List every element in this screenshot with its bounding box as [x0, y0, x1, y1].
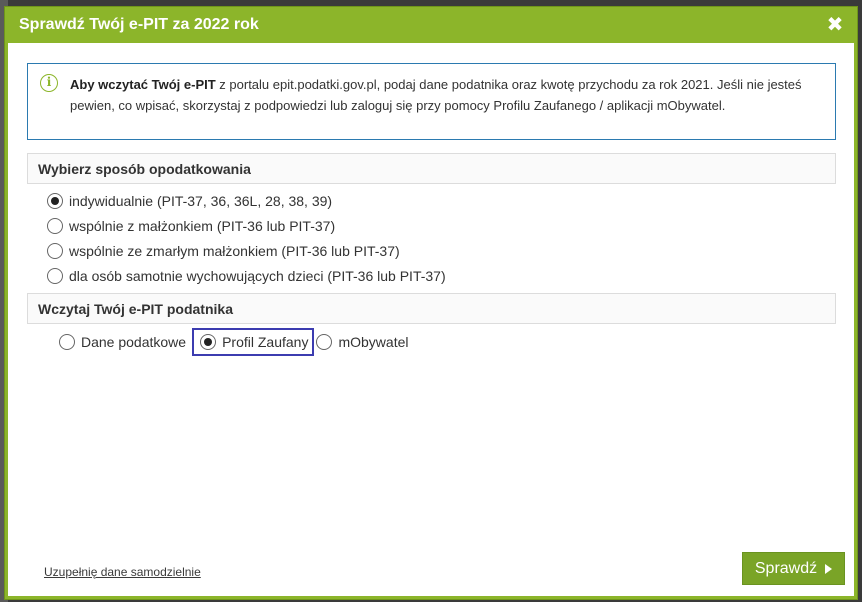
load-option-tax-data[interactable]: Dane podatkowe — [59, 328, 186, 356]
load-method-group: Dane podatkowe Profil Zaufany mObywatel — [59, 328, 408, 356]
submit-button[interactable]: Sprawdź — [742, 552, 845, 585]
radio-icon[interactable] — [47, 243, 63, 259]
info-box: i Aby wczytać Twój e-PIT z portalu epit.… — [27, 63, 836, 140]
arrow-right-icon — [825, 563, 833, 574]
load-option-mobywatel[interactable]: mObywatel — [316, 328, 408, 356]
radio-label: Profil Zaufany — [222, 334, 309, 350]
load-section-header: Wczytaj Twój e-PIT podatnika — [27, 293, 836, 324]
radio-label: wspólnie ze zmarłym małżonkiem (PIT-36 l… — [69, 243, 400, 259]
radio-icon[interactable] — [47, 193, 63, 209]
dialog-titlebar: Sprawdź Twój e-PIT za 2022 rok ✖ — [5, 7, 857, 43]
dialog-title: Sprawdź Twój e-PIT za 2022 rok — [19, 16, 259, 33]
info-icon: i — [40, 74, 58, 92]
radio-label: mObywatel — [338, 334, 409, 350]
taxation-option-deceased-spouse[interactable]: wspólnie ze zmarłym małżonkiem (PIT-36 l… — [47, 241, 400, 261]
taxation-section-header: Wybierz sposób opodatkowania — [27, 153, 836, 184]
dialog-body: i Aby wczytać Twój e-PIT z portalu epit.… — [8, 43, 854, 596]
taxation-option-individual[interactable]: indywidualnie (PIT-37, 36, 36L, 28, 38, … — [47, 191, 332, 211]
load-option-trusted-profile[interactable]: Profil Zaufany — [192, 328, 315, 356]
radio-label: indywidualnie (PIT-37, 36, 36L, 28, 38, … — [69, 193, 333, 209]
close-icon[interactable]: ✖ — [825, 15, 845, 35]
radio-icon[interactable] — [59, 334, 75, 350]
radio-icon[interactable] — [47, 218, 63, 234]
epit-dialog: Sprawdź Twój e-PIT za 2022 rok ✖ i Aby w… — [4, 6, 858, 600]
taxation-option-single-parent[interactable]: dla osób samotnie wychowujących dzieci (… — [47, 266, 446, 286]
radio-icon[interactable] — [200, 334, 217, 350]
radio-label: Dane podatkowe — [81, 334, 187, 350]
radio-label: dla osób samotnie wychowujących dzieci (… — [69, 268, 446, 284]
manual-entry-link[interactable]: Uzupełnię dane samodzielnie — [44, 565, 201, 579]
taxation-option-spouse[interactable]: wspólnie z małżonkiem (PIT-36 lub PIT-37… — [47, 216, 335, 236]
info-bold-text: Aby wczytać Twój e-PIT — [70, 77, 216, 92]
radio-icon[interactable] — [47, 268, 63, 284]
submit-button-label: Sprawdź — [754, 559, 818, 577]
radio-icon[interactable] — [316, 334, 333, 350]
radio-label: wspólnie z małżonkiem (PIT-36 lub PIT-37… — [69, 218, 336, 234]
